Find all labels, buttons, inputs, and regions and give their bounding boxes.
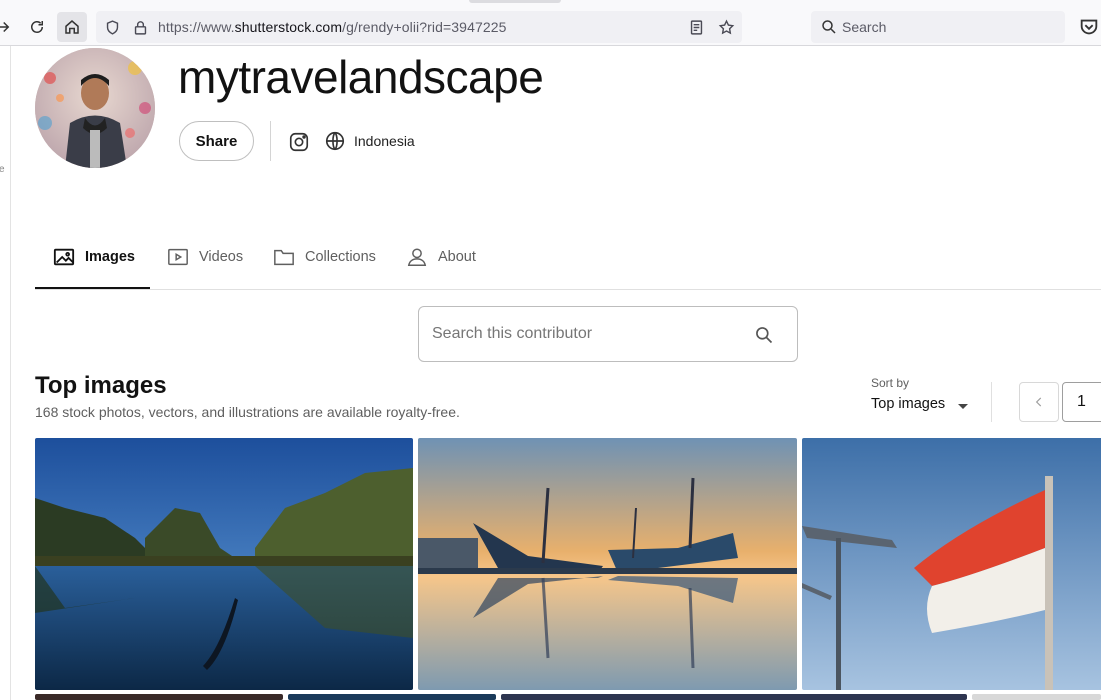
reader-icon[interactable] [686,17,706,37]
divider [270,121,271,161]
browser-toolbar: https://www.shutterstock.com/g/rendy+oli… [0,0,1101,46]
home-icon[interactable] [57,12,87,42]
star-icon[interactable] [716,17,736,37]
folder-icon [274,249,294,266]
image-tile[interactable] [802,438,1101,690]
tab-videos[interactable]: Videos [167,225,243,289]
user-icon [407,248,427,266]
browser-search-bar[interactable]: Search [811,11,1065,43]
image-tile[interactable] [35,694,283,700]
share-button[interactable]: Share [179,121,254,161]
sort-label: Sort by [871,376,910,390]
image-tile[interactable] [35,438,413,690]
sort-value: Top images [871,396,946,412]
edge-glyph: e [0,164,5,175]
landscape-photo [35,438,413,690]
image-tile[interactable] [418,438,797,690]
section-title: Top images [35,372,167,399]
globe-icon [325,131,345,151]
contributor-search-input[interactable] [432,321,752,347]
pocket-icon[interactable] [1078,16,1100,38]
profile-name: mytravelandscape [178,51,544,103]
harbor-photo [418,438,797,690]
search-icon [822,20,836,34]
url-text[interactable]: https://www.shutterstock.com/g/rendy+oli… [158,19,507,35]
image-tile[interactable] [501,694,967,700]
url-prefix: https://www. [158,19,235,35]
video-icon [168,248,188,266]
tab-collections-label: Collections [305,249,376,265]
image-icon [53,248,75,266]
sort-select[interactable]: Top images [871,396,971,418]
image-tile[interactable] [972,694,1101,700]
shield-icon[interactable] [102,17,122,37]
left-edge-panel: e [0,46,11,700]
tab-images-label: Images [85,249,135,265]
browser-search-placeholder: Search [842,19,887,35]
chevron-down-icon [958,404,968,409]
contributor-search [418,306,798,362]
tab-about[interactable]: About [406,225,476,289]
profile-location: Indonesia [354,133,415,149]
search-icon[interactable] [754,325,774,345]
page-number-input[interactable]: 1 [1062,382,1101,422]
tab-videos-label: Videos [199,249,244,265]
flag-photo [802,438,1101,690]
url-bar[interactable]: https://www.shutterstock.com/g/rendy+oli… [96,11,742,43]
section-subtitle: 168 stock photos, vectors, and illustrat… [35,404,460,420]
tab-edge [469,0,561,3]
image-tile[interactable] [288,694,496,700]
forward-icon[interactable] [0,12,18,42]
profile-tabs: Images Videos Collections About [35,225,1101,290]
url-path: /g/rendy+olii?rid=3947225 [342,19,507,35]
tab-collections[interactable]: Collections [273,225,376,289]
tab-about-label: About [438,249,476,265]
active-tab-indicator [35,287,150,289]
reload-icon[interactable] [22,12,52,42]
divider [991,382,992,422]
url-domain: shutterstock.com [234,19,343,35]
previous-page-button[interactable] [1019,382,1059,422]
lock-icon[interactable] [130,17,150,37]
avatar [35,48,155,168]
tab-images[interactable]: Images [53,225,135,289]
chevron-left-icon [1035,397,1042,407]
instagram-icon[interactable] [288,131,310,153]
